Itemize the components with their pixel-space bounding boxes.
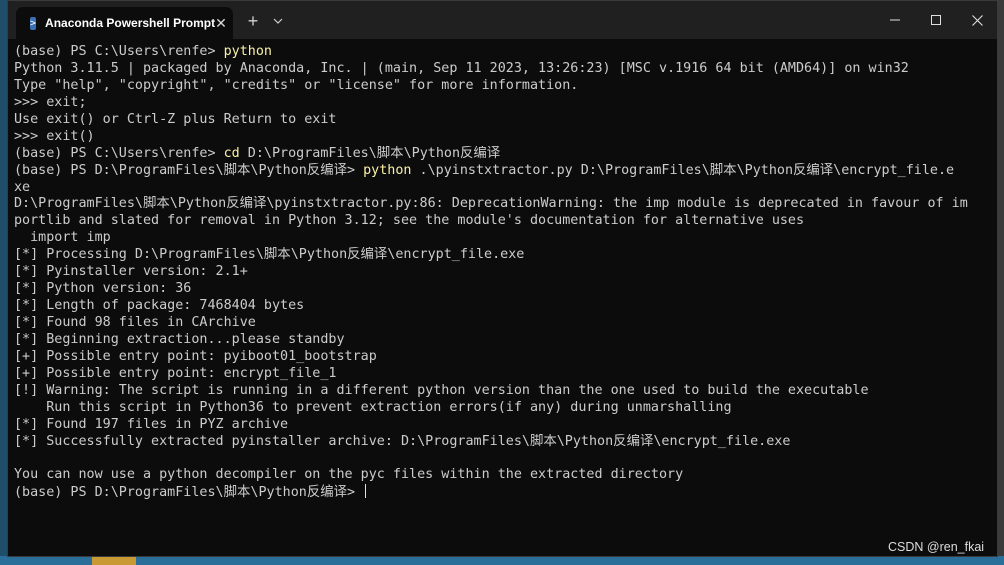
console-text: Python 3.11.5 | packaged by Anaconda, In…: [14, 60, 909, 76]
new-tab-button[interactable]: +: [240, 9, 266, 33]
console-output[interactable]: (base) PS C:\Users\renfe> python Python 3…: [14, 44, 984, 501]
console-text: >>> exit(): [14, 128, 95, 144]
console-text: xe: [14, 179, 31, 195]
console-command: python: [363, 162, 412, 178]
console-text: [*] Beginning extraction...please standb…: [14, 331, 345, 347]
console-text: import imp: [14, 230, 111, 246]
desktop-background-bottom: [0, 556, 1004, 565]
console-line: [*] Beginning extraction...please standb…: [14, 332, 984, 349]
console-text: [*] Length of package: 7468404 bytes: [14, 298, 305, 314]
console-line: [+] Possible entry point: pyiboot01_boot…: [14, 349, 984, 366]
watermark: CSDN @ren_fkai: [888, 540, 985, 554]
close-tab-icon[interactable]: ✕: [215, 15, 227, 32]
console-line: portlib and slated for removal in Python…: [14, 213, 984, 230]
console-text: .\pyinstxtractor.py D:\ProgramFiles\脚本\P…: [411, 162, 955, 178]
console-text: D:\ProgramFiles\脚本\Python反编译\pyinstxtrac…: [14, 196, 968, 212]
console-line: [!] Warning: The script is running in a …: [14, 383, 984, 400]
console-line: >>> exit;: [14, 95, 984, 112]
console-text: You can now use a python decompiler on t…: [14, 467, 684, 483]
console-text: [*] Found 98 files in CArchive: [14, 315, 256, 330]
console-line: Use exit() or Ctrl-Z plus Return to exit: [14, 112, 984, 129]
console-text: (base) PS C:\Users\renfe>: [14, 145, 224, 161]
desktop-background-right: [998, 0, 1004, 565]
console-line: import imp: [14, 230, 984, 247]
console-text: [*] Processing D:\ProgramFiles\脚本\Python…: [14, 247, 525, 263]
console-line: (base) PS C:\Users\renfe> python: [14, 44, 984, 61]
maximize-button[interactable]: [914, 1, 958, 39]
console-text: (base) PS D:\ProgramFiles\脚本\Python反编译>: [14, 162, 364, 178]
console-line: [+] Possible entry point: encrypt_file_1: [14, 366, 984, 383]
console-text: Use exit() or Ctrl-Z plus Return to exit: [14, 111, 337, 127]
console-command: python: [223, 44, 272, 59]
console-line: (base) PS D:\ProgramFiles\脚本\Python反编译> …: [14, 163, 984, 180]
console-text: D:\ProgramFiles\脚本\Python反编译: [239, 145, 501, 161]
console-line: D:\ProgramFiles\脚本\Python反编译\pyinstxtrac…: [14, 196, 984, 213]
console-text: [+] Possible entry point: encrypt_file_1: [14, 365, 337, 381]
console-line: [*] Successfully extracted pyinstaller a…: [14, 434, 984, 451]
console-text: Run this script in Python36 to prevent e…: [14, 399, 732, 415]
console-line: Python 3.11.5 | packaged by Anaconda, In…: [14, 61, 984, 78]
console-text: [!] Warning: The script is running in a …: [14, 382, 869, 398]
console-line: Type "help", "copyright", "credits" or "…: [14, 78, 984, 95]
minimize-button[interactable]: [873, 1, 917, 39]
console-line: (base) PS C:\Users\renfe> cd D:\ProgramF…: [14, 146, 984, 163]
terminal-window: > Anaconda Powershell Prompt ✕ + (base) …: [7, 0, 998, 557]
console-text: [*] Found 197 files in PYZ archive: [14, 416, 289, 432]
console-text: portlib and slated for removal in Python…: [14, 213, 805, 229]
title-bar[interactable]: > Anaconda Powershell Prompt ✕ +: [8, 1, 997, 39]
console-text: [*] Pyinstaller version: 2.1+: [14, 264, 248, 280]
console-line: You can now use a python decompiler on t…: [14, 467, 984, 484]
desktop-icon-fragment: [92, 556, 136, 565]
console-text: [*] Python version: 36: [14, 281, 192, 297]
console-text: (base) PS D:\ProgramFiles\脚本\Python反编译>: [14, 485, 364, 501]
console-text: Type "help", "copyright", "credits" or "…: [14, 77, 579, 93]
console-text: (base) PS C:\Users\renfe>: [14, 44, 224, 59]
console-command: cd: [223, 145, 240, 161]
powershell-icon: >: [30, 16, 37, 30]
console-line: [*] Length of package: 7468404 bytes: [14, 298, 984, 315]
console-line: [*] Python version: 36: [14, 281, 984, 298]
console-text: >>> exit;: [14, 94, 87, 110]
console-line: xe: [14, 180, 984, 197]
close-window-button[interactable]: [955, 1, 999, 39]
tab-title: Anaconda Powershell Prompt: [45, 16, 216, 30]
console-text: [*] Successfully extracted pyinstaller a…: [14, 433, 791, 449]
console-line: (base) PS D:\ProgramFiles\脚本\Python反编译>: [14, 484, 984, 501]
console-line: [*] Found 98 files in CArchive: [14, 315, 984, 332]
chevron-down-icon[interactable]: [267, 9, 289, 33]
text-cursor: [365, 484, 367, 499]
console-line: [*] Found 197 files in PYZ archive: [14, 417, 984, 434]
tab-anaconda-powershell[interactable]: > Anaconda Powershell Prompt ✕: [16, 7, 233, 39]
console-line: [*] Pyinstaller version: 2.1+: [14, 264, 984, 281]
console-text: [+] Possible entry point: pyiboot01_boot…: [14, 348, 377, 364]
console-line: Run this script in Python36 to prevent e…: [14, 400, 984, 417]
console-line: [*] Processing D:\ProgramFiles\脚本\Python…: [14, 247, 984, 264]
console-line: >>> exit(): [14, 129, 984, 146]
